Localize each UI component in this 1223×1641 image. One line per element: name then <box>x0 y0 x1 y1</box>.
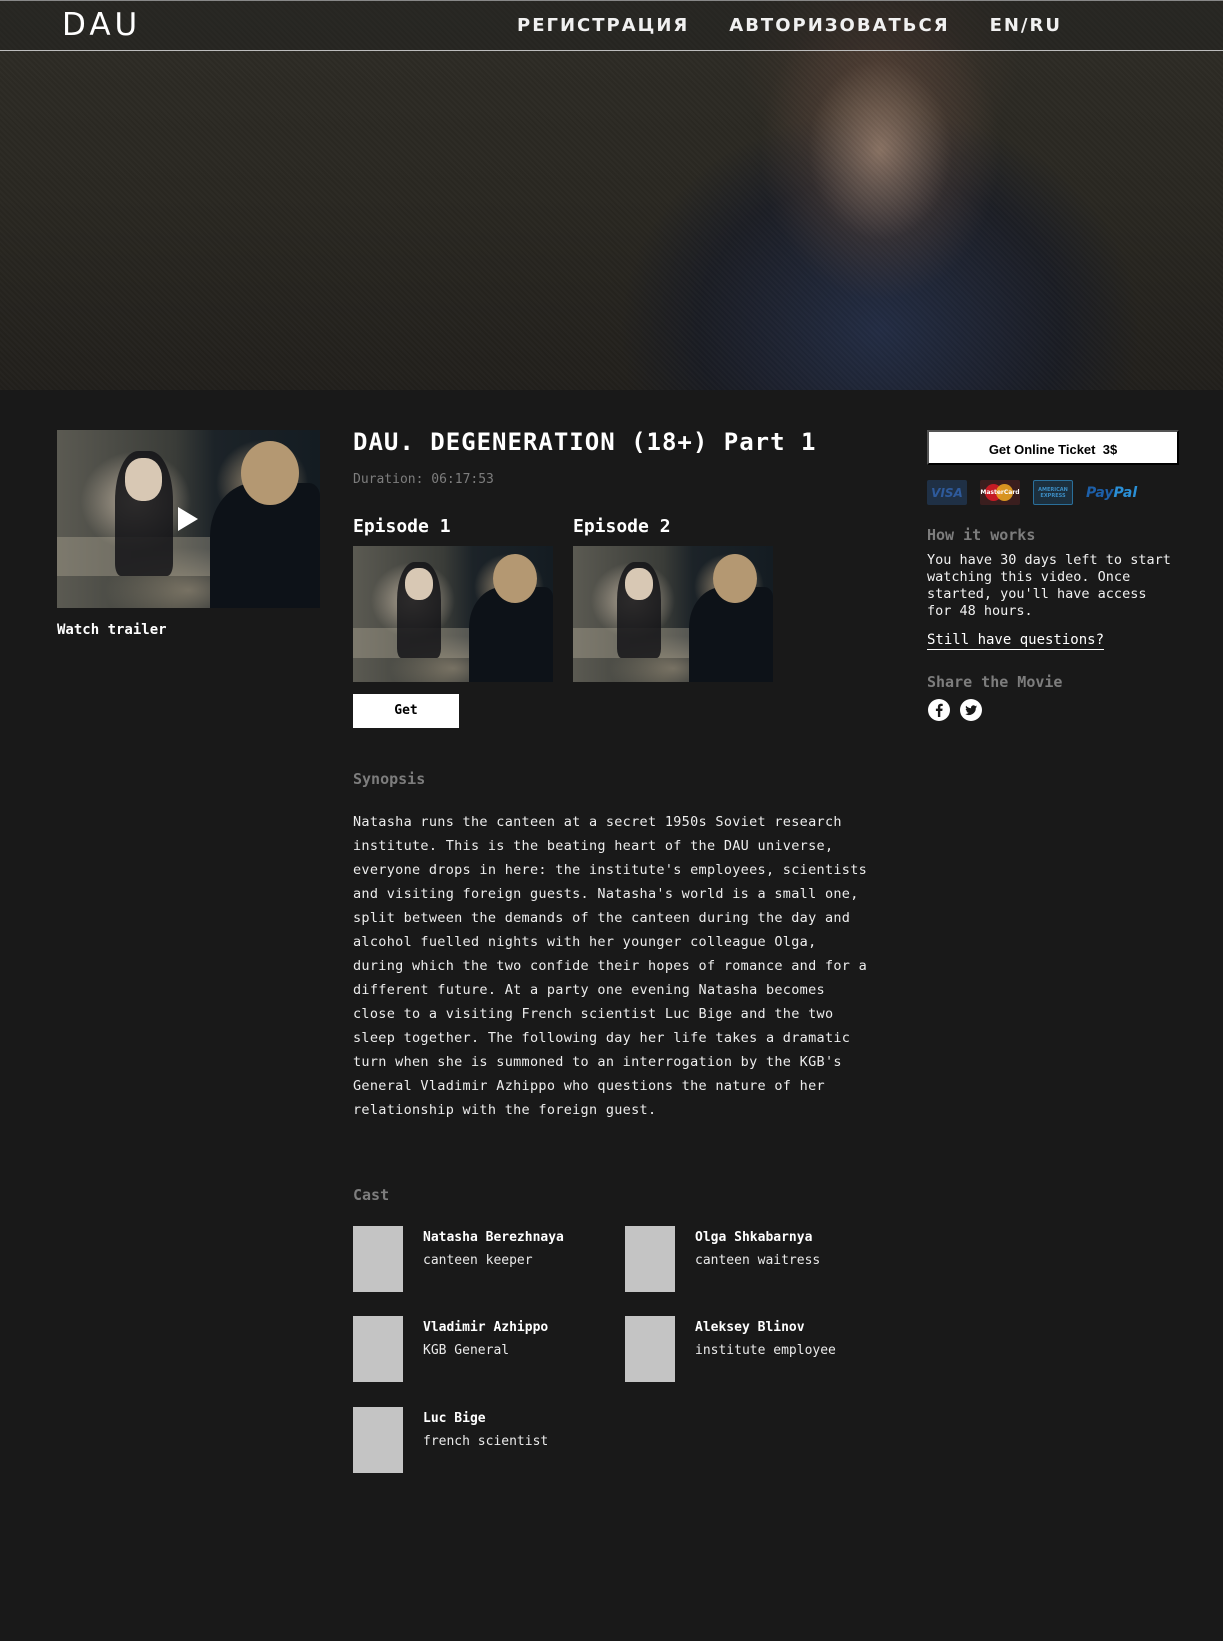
cast-member: Aleksey Blinov institute employee <box>625 1316 875 1382</box>
trailer-thumbnail[interactable] <box>57 430 320 608</box>
thumbnail-scene-head <box>713 554 757 604</box>
nav-login-link[interactable]: АВТОРИЗОВАТЬСЯ <box>729 15 949 36</box>
paypal-label-pay: Pay <box>1086 484 1114 501</box>
amex-label-line2: EXPRESS <box>1040 492 1066 499</box>
thumbnail-scene-face <box>405 567 433 601</box>
facebook-icon[interactable] <box>928 699 950 721</box>
cast-photo <box>625 1226 675 1292</box>
nav-register-link[interactable]: РЕГИСТРАЦИЯ <box>517 15 689 36</box>
cast-role: KGB General <box>423 1343 510 1358</box>
how-it-works-text: You have 30 days left to start watching … <box>927 552 1171 619</box>
cast-name: Olga Shkabarnya <box>695 1230 813 1245</box>
nav-language-switch[interactable]: EN/RU <box>990 15 1062 36</box>
play-icon[interactable] <box>178 507 198 531</box>
cast-photo <box>353 1407 403 1473</box>
cast-member: Olga Shkabarnya canteen waitress <box>625 1226 875 1292</box>
cast-role: canteen waitress <box>695 1253 821 1268</box>
amex-icon: AMERICAN EXPRESS <box>1033 480 1073 505</box>
thumbnail-scene-face <box>125 458 163 502</box>
cast-photo <box>353 1226 403 1292</box>
mastercard-label: MasterCard <box>980 489 1020 496</box>
visa-icon: VISA <box>927 480 967 505</box>
mastercard-icon: MasterCard <box>980 480 1020 505</box>
cast-photo <box>625 1316 675 1382</box>
get-episode-button[interactable]: Get <box>353 694 459 728</box>
episode-2-thumbnail[interactable] <box>573 546 773 682</box>
synopsis-heading: Synopsis <box>353 770 426 788</box>
twitter-icon[interactable] <box>960 699 982 721</box>
episode-1-thumbnail[interactable] <box>353 546 553 682</box>
cast-name: Natasha Berezhnaya <box>423 1230 564 1245</box>
cast-heading: Cast <box>353 1186 390 1204</box>
thumbnail-scene-face <box>625 567 653 601</box>
cast-name: Aleksey Blinov <box>695 1320 805 1335</box>
movie-duration: Duration: 06:17:53 <box>353 472 494 487</box>
hero-image <box>0 0 1223 390</box>
cast-member: Vladimir Azhippo KGB General <box>353 1316 603 1382</box>
cast-role: canteen keeper <box>423 1253 533 1268</box>
share-heading: Share the Movie <box>927 673 1063 691</box>
cast-role: french scientist <box>423 1434 549 1449</box>
how-it-works-heading: How it works <box>927 526 1036 544</box>
cast-name: Luc Bige <box>423 1411 486 1426</box>
main-nav: РЕГИСТРАЦИЯ АВТОРИЗОВАТЬСЯ EN/RU <box>517 15 1102 36</box>
top-navigation-bar: DAU РЕГИСТРАЦИЯ АВТОРИЗОВАТЬСЯ EN/RU <box>0 0 1223 51</box>
cast-member: Natasha Berezhnaya canteen keeper <box>353 1226 603 1292</box>
site-logo[interactable]: DAU <box>62 7 141 43</box>
thumbnail-scene-head <box>493 554 537 604</box>
cast-role: institute employee <box>695 1343 836 1358</box>
synopsis-text: Natasha runs the canteen at a secret 195… <box>353 814 868 1118</box>
watch-trailer-link[interactable]: Watch trailer <box>57 622 167 638</box>
paypal-label-pal: Pal <box>1113 484 1138 501</box>
payment-methods: VISA MasterCard AMERICAN EXPRESS Pay Pal <box>927 480 1150 505</box>
cast-photo <box>353 1316 403 1382</box>
thumbnail-scene-head <box>241 440 299 505</box>
get-online-ticket-button[interactable]: Get Online Ticket 3$ <box>927 430 1179 465</box>
episode-2-label: Episode 2 <box>573 516 671 537</box>
cast-member: Luc Bige french scientist <box>353 1407 603 1473</box>
paypal-icon: Pay Pal <box>1086 480 1137 505</box>
still-have-questions-link[interactable]: Still have questions? <box>927 632 1105 650</box>
episode-1-label: Episode 1 <box>353 516 451 537</box>
cast-name: Vladimir Azhippo <box>423 1320 549 1335</box>
movie-title: DAU. DEGENERATION (18+) Part 1 <box>353 428 817 456</box>
